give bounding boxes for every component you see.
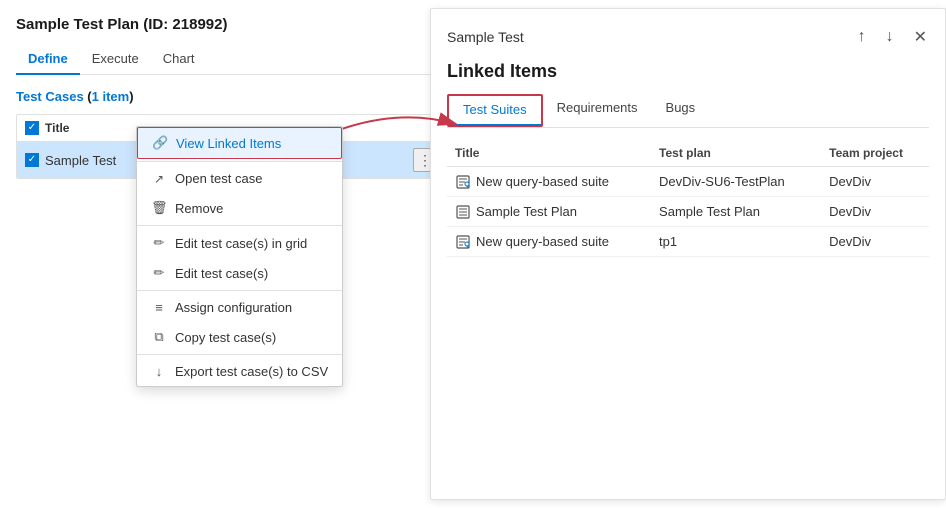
tab-execute[interactable]: Execute (80, 45, 151, 74)
move-up-button[interactable]: ↑ (856, 26, 868, 48)
col-header-title: Title (447, 140, 651, 167)
edit-grid-icon: ✏ (151, 235, 167, 251)
page-title: Sample Test Plan (ID: 218992) (16, 16, 446, 33)
tab-bar: Define Execute Chart (16, 45, 446, 75)
menu-item-remove[interactable]: 🗑 Remove (137, 193, 342, 223)
cell-testplan-3: tp1 (651, 227, 821, 257)
col-title: Title (45, 121, 69, 135)
right-panel-actions: ↑ ↓ ✕ (856, 25, 929, 49)
section-title: Test Cases (1 item) (16, 89, 446, 104)
linked-tabs: Test Suites Requirements Bugs (447, 94, 929, 128)
table-header-row: Title Test plan Team project (447, 140, 929, 167)
export-icon: ↓ (151, 364, 167, 379)
table-row: New query-based suite DevDiv-SU6-TestPla… (447, 167, 929, 197)
tab-bugs[interactable]: Bugs (652, 94, 710, 127)
cell-title-1: New query-based suite (447, 167, 651, 197)
menu-divider-3 (137, 290, 342, 291)
col-header-testplan: Test plan (651, 140, 821, 167)
tab-define[interactable]: Define (16, 45, 80, 74)
table-row: Sample Test Plan Sample Test Plan DevDiv (447, 197, 929, 227)
move-down-button[interactable]: ↓ (884, 26, 896, 48)
cell-title-3: New query-based suite (447, 227, 651, 257)
right-panel-header: Sample Test ↑ ↓ ✕ (447, 25, 929, 49)
menu-item-copy[interactable]: ⧉ Copy test case(s) (137, 322, 342, 352)
menu-item-view-linked[interactable]: 🔗 View Linked Items (137, 127, 342, 159)
row-checkbox[interactable] (25, 153, 39, 167)
query-suite-icon-1 (455, 175, 471, 189)
tab-chart[interactable]: Chart (151, 45, 207, 74)
linked-items-title: Linked Items (447, 61, 929, 82)
menu-item-edit[interactable]: ✏ Edit test case(s) (137, 258, 342, 288)
remove-icon: 🗑 (151, 200, 167, 216)
copy-icon: ⧉ (151, 329, 167, 345)
context-menu: 🔗 View Linked Items ↗ Open test case 🗑 R… (136, 126, 343, 387)
cell-title-2: Sample Test Plan (447, 197, 651, 227)
menu-item-open-test-case[interactable]: ↗ Open test case (137, 164, 342, 193)
static-suite-icon-2 (455, 205, 471, 219)
menu-divider-4 (137, 354, 342, 355)
linked-items-table: Title Test plan Team project (447, 140, 929, 257)
header-checkbox[interactable] (25, 121, 39, 135)
cell-testplan-2: Sample Test Plan (651, 197, 821, 227)
right-panel-title: Sample Test (447, 29, 524, 45)
cell-teamproject-1: DevDiv (821, 167, 929, 197)
right-panel: Sample Test ↑ ↓ ✕ Linked Items Test Suit… (430, 8, 946, 500)
table-row: New query-based suite tp1 DevDiv (447, 227, 929, 257)
tab-test-suites[interactable]: Test Suites (449, 96, 541, 125)
cell-teamproject-3: DevDiv (821, 227, 929, 257)
menu-item-assign-config[interactable]: ≡ Assign configuration (137, 293, 342, 322)
menu-divider-1 (137, 161, 342, 162)
main-container: Sample Test Plan (ID: 218992) Define Exe… (0, 0, 946, 508)
close-button[interactable]: ✕ (912, 25, 929, 49)
menu-item-edit-grid[interactable]: ✏ Edit test case(s) in grid (137, 228, 342, 258)
link-icon: 🔗 (152, 135, 168, 151)
cell-teamproject-2: DevDiv (821, 197, 929, 227)
test-suites-tab-wrapper: Test Suites (447, 94, 543, 127)
col-header-teamproject: Team project (821, 140, 929, 167)
cell-testplan-1: DevDiv-SU6-TestPlan (651, 167, 821, 197)
assign-icon: ≡ (151, 300, 167, 315)
menu-item-export-csv[interactable]: ↓ Export test case(s) to CSV (137, 357, 342, 386)
left-panel: Sample Test Plan (ID: 218992) Define Exe… (16, 16, 446, 492)
tab-requirements[interactable]: Requirements (543, 94, 652, 127)
menu-divider-2 (137, 225, 342, 226)
query-suite-icon-3 (455, 235, 471, 249)
edit-icon: ✏ (151, 265, 167, 281)
open-icon: ↗ (151, 172, 167, 186)
